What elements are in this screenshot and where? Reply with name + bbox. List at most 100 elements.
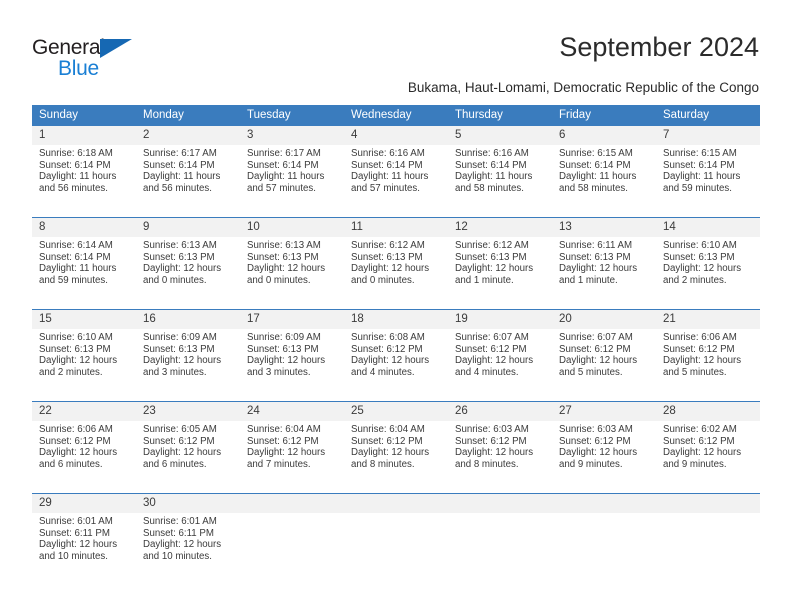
day-number[interactable]: 6	[552, 126, 656, 145]
day-cell[interactable]: Sunrise: 6:11 AM Sunset: 6:13 PM Daylight:…	[552, 237, 656, 308]
day-cell[interactable]: Sunrise: 6:07 AM Sunset: 6:12 PM Daylight:…	[552, 329, 656, 400]
daylight-text: Daylight: 11 hours and 57 minutes.	[351, 171, 429, 194]
day-number[interactable]: 22	[32, 402, 136, 421]
day-number[interactable]: 19	[448, 310, 552, 329]
day-number[interactable]: 29	[32, 494, 136, 513]
daylight-text: Daylight: 11 hours and 57 minutes.	[247, 171, 325, 194]
day-number[interactable]: 7	[656, 126, 760, 145]
day-number[interactable]: 18	[344, 310, 448, 329]
day-cell[interactable]: Sunrise: 6:17 AM Sunset: 6:14 PM Daylight:…	[136, 145, 240, 216]
day-cell[interactable]: Sunrise: 6:17 AM Sunset: 6:14 PM Daylight:…	[240, 145, 344, 216]
sunrise-text: Sunrise: 6:18 AM	[39, 148, 113, 159]
day-cell[interactable]: Sunrise: 6:05 AM Sunset: 6:12 PM Daylight:…	[136, 421, 240, 492]
weekday-header-thursday: Thursday	[448, 105, 552, 126]
daylight-text: Daylight: 12 hours and 6 minutes.	[39, 447, 118, 470]
sunset-text: Sunset: 6:12 PM	[351, 343, 423, 355]
day-cell[interactable]: Sunrise: 6:07 AM Sunset: 6:12 PM Daylight:…	[448, 329, 552, 400]
sunset-text: Sunset: 6:12 PM	[455, 435, 527, 447]
sunrise-text: Sunrise: 6:08 AM	[351, 332, 425, 343]
day-number[interactable]: 4	[344, 126, 448, 145]
day-cell[interactable]: Sunrise: 6:16 AM Sunset: 6:14 PM Daylight:…	[448, 145, 552, 216]
day-cell[interactable]: Sunrise: 6:06 AM Sunset: 6:12 PM Daylight:…	[656, 329, 760, 400]
day-cell[interactable]: Sunrise: 6:04 AM Sunset: 6:12 PM Daylight:…	[344, 421, 448, 492]
day-number[interactable]: 12	[448, 218, 552, 237]
sunset-text: Sunset: 6:13 PM	[455, 251, 527, 263]
day-cell[interactable]: Sunrise: 6:13 AM Sunset: 6:13 PM Daylight:…	[240, 237, 344, 308]
day-number[interactable]: 1	[32, 126, 136, 145]
day-number-empty	[240, 494, 344, 513]
sunset-text: Sunset: 6:11 PM	[39, 527, 110, 539]
sunrise-text: Sunrise: 6:01 AM	[143, 516, 217, 527]
day-number[interactable]: 17	[240, 310, 344, 329]
day-cell[interactable]: Sunrise: 6:09 AM Sunset: 6:13 PM Daylight:…	[136, 329, 240, 400]
sunrise-text: Sunrise: 6:09 AM	[143, 332, 217, 343]
sunrise-text: Sunrise: 6:03 AM	[559, 424, 633, 435]
day-number[interactable]: 26	[448, 402, 552, 421]
day-number[interactable]: 5	[448, 126, 552, 145]
day-number[interactable]: 20	[552, 310, 656, 329]
daylight-text: Daylight: 12 hours and 1 minute.	[455, 263, 534, 286]
day-number[interactable]: 3	[240, 126, 344, 145]
day-number[interactable]: 14	[656, 218, 760, 237]
calendar-header-row: Sunday Monday Tuesday Wednesday Thursday…	[32, 105, 760, 126]
day-cell[interactable]: Sunrise: 6:13 AM Sunset: 6:13 PM Daylight:…	[136, 237, 240, 308]
day-cell[interactable]: Sunrise: 6:06 AM Sunset: 6:12 PM Daylight:…	[32, 421, 136, 492]
sunrise-text: Sunrise: 6:03 AM	[455, 424, 529, 435]
day-cell[interactable]: Sunrise: 6:14 AM Sunset: 6:14 PM Daylight:…	[32, 237, 136, 308]
page-header: General Blue September 2024 Bukama, Haut…	[0, 0, 792, 100]
daylight-text: Daylight: 12 hours and 9 minutes.	[559, 447, 638, 470]
sunset-text: Sunset: 6:14 PM	[247, 159, 319, 171]
daylight-text: Daylight: 11 hours and 58 minutes.	[455, 171, 533, 194]
weekday-header-saturday: Saturday	[656, 105, 760, 126]
day-cell[interactable]: Sunrise: 6:04 AM Sunset: 6:12 PM Daylight:…	[240, 421, 344, 492]
day-cell[interactable]: Sunrise: 6:08 AM Sunset: 6:12 PM Daylight:…	[344, 329, 448, 400]
day-cell[interactable]: Sunrise: 6:01 AM Sunset: 6:11 PM Daylight:…	[32, 513, 136, 584]
day-number[interactable]: 21	[656, 310, 760, 329]
sunset-text: Sunset: 6:14 PM	[39, 159, 111, 171]
sunset-text: Sunset: 6:14 PM	[559, 159, 631, 171]
day-cell[interactable]: Sunrise: 6:03 AM Sunset: 6:12 PM Daylight:…	[448, 421, 552, 492]
day-cell[interactable]: Sunrise: 6:10 AM Sunset: 6:13 PM Daylight:…	[32, 329, 136, 400]
sunset-text: Sunset: 6:13 PM	[143, 343, 215, 355]
day-cell[interactable]: Sunrise: 6:09 AM Sunset: 6:13 PM Daylight:…	[240, 329, 344, 400]
day-number[interactable]: 9	[136, 218, 240, 237]
day-cell[interactable]: Sunrise: 6:01 AM Sunset: 6:11 PM Daylight:…	[136, 513, 240, 584]
day-number[interactable]: 28	[656, 402, 760, 421]
day-number[interactable]: 15	[32, 310, 136, 329]
day-number[interactable]: 27	[552, 402, 656, 421]
sunrise-text: Sunrise: 6:13 AM	[247, 240, 321, 251]
day-number[interactable]: 11	[344, 218, 448, 237]
day-cell[interactable]: Sunrise: 6:02 AM Sunset: 6:12 PM Daylight:…	[656, 421, 760, 492]
day-number[interactable]: 10	[240, 218, 344, 237]
sunrise-text: Sunrise: 6:06 AM	[663, 332, 737, 343]
daylight-text: Daylight: 12 hours and 7 minutes.	[247, 447, 326, 470]
day-number[interactable]: 16	[136, 310, 240, 329]
day-cell[interactable]: Sunrise: 6:10 AM Sunset: 6:13 PM Daylight:…	[656, 237, 760, 308]
day-number[interactable]: 23	[136, 402, 240, 421]
day-number[interactable]: 2	[136, 126, 240, 145]
sunrise-text: Sunrise: 6:12 AM	[351, 240, 425, 251]
sunset-text: Sunset: 6:12 PM	[559, 435, 631, 447]
day-cell[interactable]: Sunrise: 6:03 AM Sunset: 6:12 PM Daylight:…	[552, 421, 656, 492]
day-cell[interactable]: Sunrise: 6:15 AM Sunset: 6:14 PM Daylight:…	[656, 145, 760, 216]
daylight-text: Daylight: 12 hours and 8 minutes.	[351, 447, 430, 470]
daylight-text: Daylight: 12 hours and 5 minutes.	[559, 355, 638, 378]
day-number[interactable]: 30	[136, 494, 240, 513]
day-cell[interactable]: Sunrise: 6:12 AM Sunset: 6:13 PM Daylight:…	[448, 237, 552, 308]
sunset-text: Sunset: 6:12 PM	[247, 435, 319, 447]
week-info-row: Sunrise: 6:01 AM Sunset: 6:11 PM Daylight:…	[32, 513, 760, 584]
day-cell[interactable]: Sunrise: 6:16 AM Sunset: 6:14 PM Daylight:…	[344, 145, 448, 216]
day-number[interactable]: 8	[32, 218, 136, 237]
day-number[interactable]: 24	[240, 402, 344, 421]
day-cell[interactable]: Sunrise: 6:18 AM Sunset: 6:14 PM Daylight:…	[32, 145, 136, 216]
week-info-row: Sunrise: 6:18 AM Sunset: 6:14 PM Daylight:…	[32, 145, 760, 216]
day-cell-empty	[240, 513, 344, 584]
brand-logo[interactable]: General Blue	[32, 36, 152, 82]
daylight-text: Daylight: 11 hours and 58 minutes.	[559, 171, 637, 194]
sunset-text: Sunset: 6:14 PM	[351, 159, 423, 171]
sunrise-text: Sunrise: 6:17 AM	[143, 148, 217, 159]
day-number[interactable]: 25	[344, 402, 448, 421]
day-cell[interactable]: Sunrise: 6:15 AM Sunset: 6:14 PM Daylight:…	[552, 145, 656, 216]
day-cell[interactable]: Sunrise: 6:12 AM Sunset: 6:13 PM Daylight:…	[344, 237, 448, 308]
day-number[interactable]: 13	[552, 218, 656, 237]
